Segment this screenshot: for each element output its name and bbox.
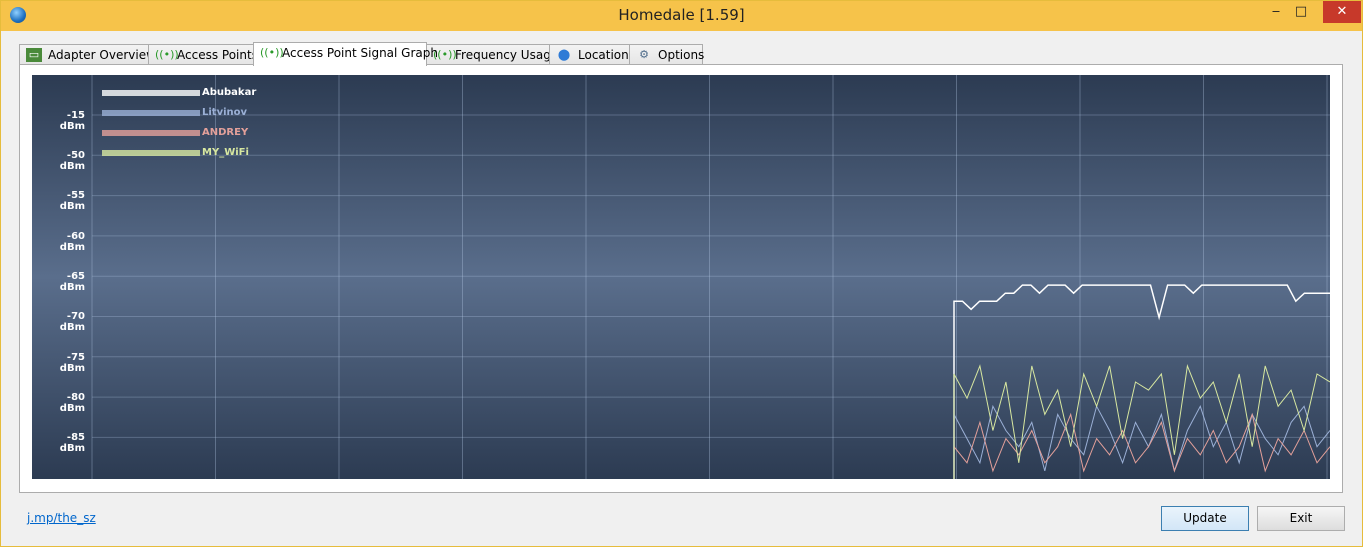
legend-swatch	[102, 90, 200, 96]
maximize-button[interactable]: □	[1284, 1, 1318, 23]
legend-swatch	[102, 150, 200, 156]
wifi-signal-icon: ((•))	[155, 48, 179, 61]
y-tick-label: -60 dBm	[59, 231, 85, 253]
tab-location[interactable]: ⬤ Location	[549, 44, 630, 65]
update-button[interactable]: Update	[1161, 506, 1249, 531]
signal-graph: -15 dBm -50 dBm -55 dBm -60 dBm -65 dBm …	[32, 75, 1330, 479]
y-tick-label: -55 dBm	[59, 190, 85, 212]
y-tick-label: -85 dBm	[59, 432, 85, 454]
map-pin-icon: ⬤	[557, 48, 571, 61]
settings-icon: ⚙	[639, 48, 649, 61]
series-line-litvinov	[953, 404, 1330, 479]
y-tick-label: -80 dBm	[59, 392, 85, 414]
legend-swatch	[102, 110, 200, 116]
wifi-signal-icon: ((•))	[260, 46, 284, 59]
title-bar[interactable]: Homedale [1.59] ‒ □ ✕	[1, 1, 1362, 31]
window-title: Homedale [1.59]	[618, 6, 745, 24]
network-card-icon: ▭	[26, 48, 42, 62]
legend-swatch	[102, 130, 200, 136]
y-tick-label: -15 dBm	[59, 110, 85, 132]
y-tick-label: -75 dBm	[59, 352, 85, 374]
homedale-window: Homedale [1.59] ‒ □ ✕ ▭ Adapter Overview…	[0, 0, 1363, 547]
series-line-andrey	[953, 412, 1330, 479]
tab-options[interactable]: ⚙ Options	[629, 44, 704, 65]
tab-adapter-overview[interactable]: ▭ Adapter Overview	[19, 44, 156, 65]
exit-button[interactable]: Exit	[1257, 506, 1345, 531]
tab-access-point-signal-graph[interactable]: ((•)) Access Point Signal Graph	[253, 42, 438, 66]
website-link[interactable]: j.mp/the_sz	[27, 511, 96, 525]
y-tick-label: -70 dBm	[59, 311, 85, 333]
tab-panel: -15 dBm -50 dBm -55 dBm -60 dBm -65 dBm …	[19, 64, 1343, 493]
y-tick-label: -65 dBm	[59, 271, 85, 293]
tab-access-points[interactable]: ((•)) Access Points	[148, 44, 258, 65]
series-line-my-wifi	[953, 363, 1330, 479]
y-tick-label: -50 dBm	[59, 150, 85, 172]
close-button[interactable]: ✕	[1323, 1, 1361, 23]
tab-frequency-usage[interactable]: ((•)) Frequency Usage	[426, 44, 558, 65]
